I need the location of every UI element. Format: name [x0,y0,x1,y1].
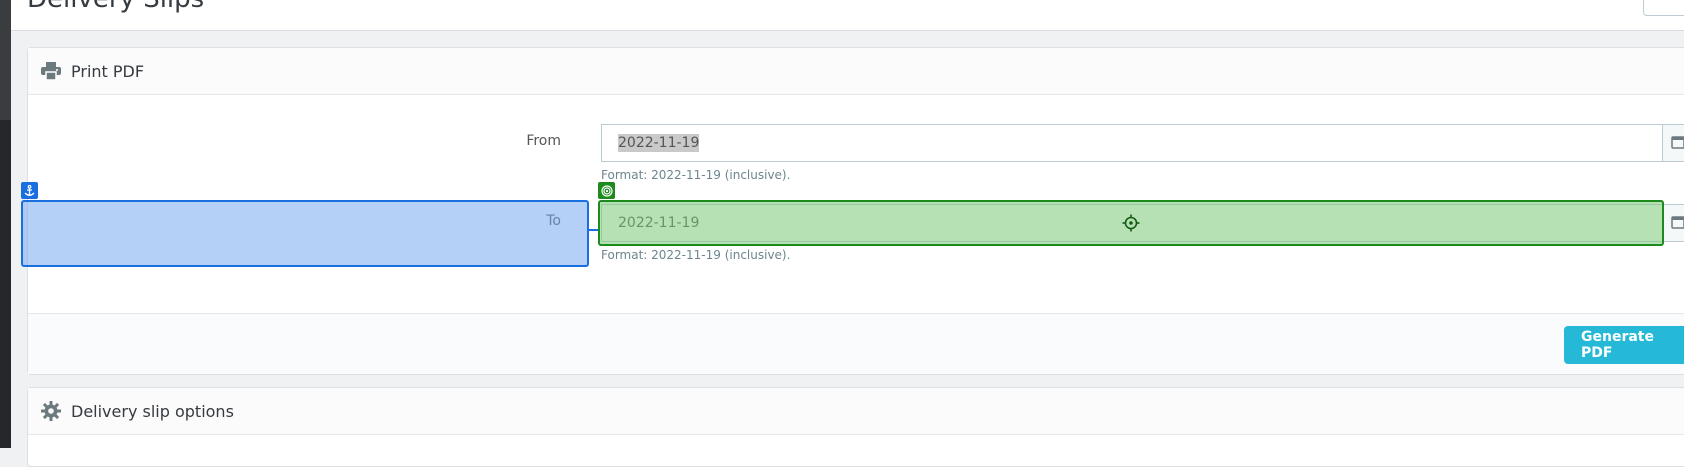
from-calendar-button[interactable] [1663,124,1684,162]
header-action-button[interactable] [1643,0,1684,16]
page-title: Delivery Slips [27,0,204,14]
delivery-slip-options-panel: Delivery slip options [27,387,1684,467]
print-pdf-panel-header: Print PDF [28,48,1684,95]
delivery-slip-options-header: Delivery slip options [28,388,1684,435]
calendar-icon [1671,134,1684,153]
print-pdf-panel-title: Print PDF [71,62,144,81]
generate-pdf-button[interactable]: Generate PDF [1564,326,1684,364]
printer-icon [40,60,62,82]
anchor-highlight-overlay [21,200,589,267]
print-pdf-panel-footer [28,313,1684,374]
anchor-icon [21,182,38,199]
to-calendar-button[interactable] [1663,204,1684,242]
sidebar-edge-highlight [0,0,11,120]
to-help-text: Format: 2022-11-19 (inclusive). [601,248,790,262]
target-icon [598,182,615,199]
from-date-input[interactable]: 2022-11-19 [601,124,1663,162]
page-header [11,0,1684,31]
from-label: From [361,133,561,149]
overlay-connector [589,229,598,231]
from-date-value: 2022-11-19 [618,134,699,152]
calendar-icon [1671,214,1684,233]
gear-icon [40,400,62,422]
crosshair-icon [1122,214,1140,232]
from-help-text: Format: 2022-11-19 (inclusive). [601,168,790,182]
delivery-slip-options-title: Delivery slip options [71,402,234,421]
